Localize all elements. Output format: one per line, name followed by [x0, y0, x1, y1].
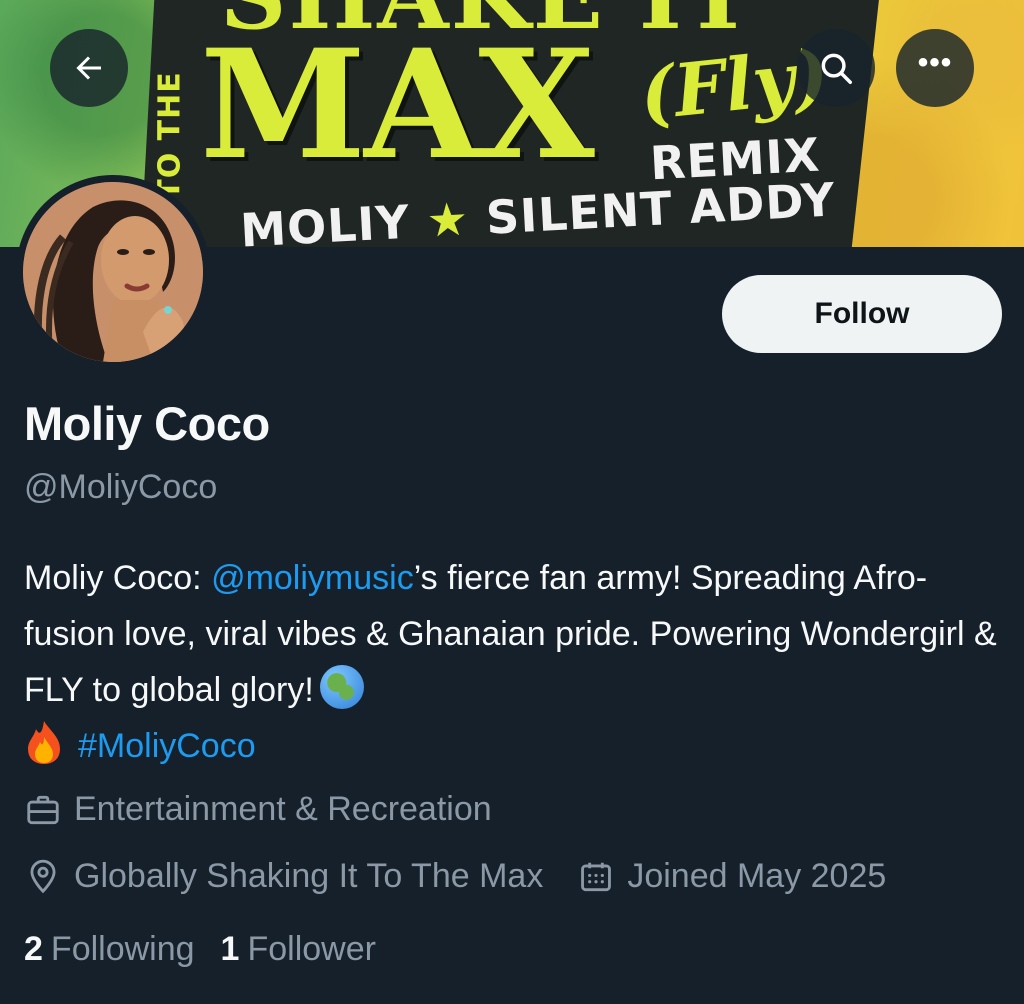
bio-hashtag-link[interactable]: #MoliyCoco: [78, 727, 256, 765]
avatar[interactable]: [16, 175, 210, 369]
banner-artist-1: MOLIY: [238, 194, 412, 247]
search-button[interactable]: [797, 29, 875, 107]
calendar-icon: [577, 858, 615, 896]
following-link[interactable]: 2 Following: [24, 930, 195, 969]
more-horizontal-icon: •••: [917, 46, 953, 79]
following-count: 2: [24, 930, 43, 968]
bio-mention-link[interactable]: @moliymusic: [211, 559, 414, 597]
globe-emoji-icon: [319, 665, 364, 709]
follow-button[interactable]: Follow: [722, 275, 1002, 353]
profile-category: Entertainment & Recreation: [24, 790, 492, 829]
location-label: Globally Shaking It To The Max: [74, 857, 544, 895]
profile-bio: Moliy Coco: @moliymusic’s fierce fan arm…: [24, 550, 1004, 774]
display-name: Moliy Coco: [24, 397, 270, 450]
search-icon: [821, 53, 852, 84]
followers-count: 1: [220, 930, 240, 968]
category-label: Entertainment & Recreation: [74, 790, 492, 828]
bio-prefix: Moliy Coco:: [24, 559, 212, 597]
following-label: Following: [50, 930, 195, 968]
more-button[interactable]: •••: [896, 29, 974, 107]
arrow-left-icon: [76, 56, 101, 80]
avatar-image: [23, 182, 203, 362]
joined-date: Joined May 2025: [627, 857, 887, 895]
followers-label: Follower: [247, 930, 376, 968]
followers-link[interactable]: 1 Follower: [221, 930, 376, 969]
banner-title: MAX: [200, 17, 595, 193]
profile-meta: Globally Shaking It To The Max Joined Ma…: [24, 857, 886, 896]
star-icon: ★: [425, 191, 471, 247]
fire-emoji-icon: [28, 721, 60, 764]
profile-handle: @MoliyCoco: [24, 468, 218, 506]
follow-stats: 2 Following 1 Follower: [24, 930, 376, 969]
location-pin-icon: [24, 858, 62, 896]
briefcase-icon: [24, 791, 62, 829]
back-button[interactable]: [50, 29, 128, 107]
